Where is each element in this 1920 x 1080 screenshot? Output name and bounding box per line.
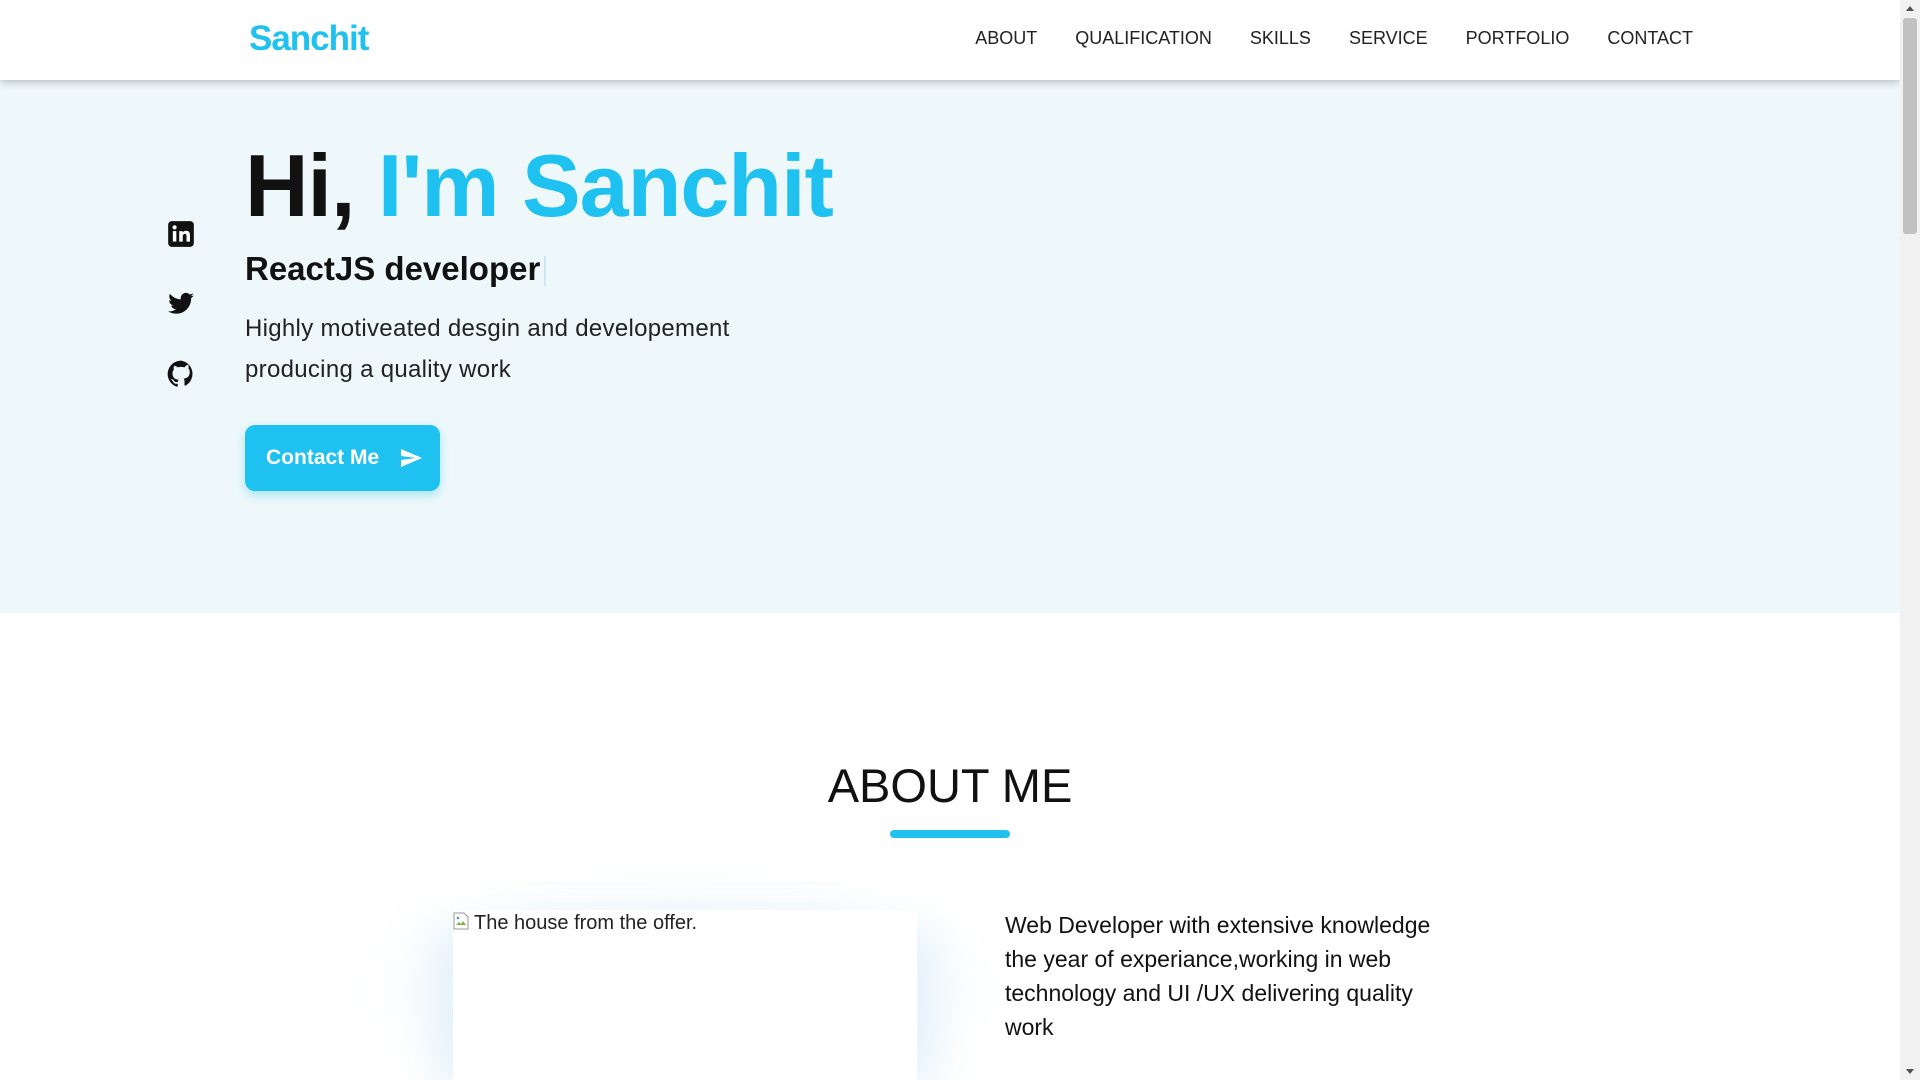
twitter-icon[interactable] (167, 290, 195, 318)
nav-link-about[interactable]: ABOUT (975, 28, 1037, 49)
hero-subtitle: ReactJS developer (245, 250, 547, 288)
logo[interactable]: Sanchit (249, 19, 369, 59)
linkedin-icon[interactable] (167, 220, 195, 248)
hero-greeting: Hi, (245, 136, 355, 235)
hero-description: Highly motiveated desgin and developemen… (245, 315, 730, 383)
heading-underline (890, 830, 1010, 838)
image-alt-text: The house from the offer. (474, 912, 698, 934)
nav-link-skills[interactable]: SKILLS (1250, 28, 1311, 49)
about-heading: ABOUT ME (827, 759, 1073, 812)
send-icon (401, 449, 423, 467)
contact-me-button[interactable]: Contact Me (245, 425, 440, 491)
about-text: Web Developer with extensive knowledge t… (1005, 912, 1431, 1040)
scrollbar-thumb[interactable] (1903, 18, 1917, 234)
contact-me-label: Contact Me (266, 446, 380, 469)
broken-image-icon (453, 912, 469, 930)
hero-subtitle-text: ReactJS developer (245, 250, 541, 287)
scroll-up-arrow-icon[interactable] (1900, 0, 1920, 17)
hero-title: Hi, I'm Sanchit (245, 135, 834, 237)
page: Sanchit ABOUT QUALIFICATION SKILLS SERVI… (0, 0, 1900, 1080)
nav-link-contact[interactable]: CONTACT (1607, 28, 1693, 49)
scrollbar[interactable] (1900, 0, 1920, 1080)
main-nav: ABOUT QUALIFICATION SKILLS SERVICE PORTF… (975, 28, 1693, 49)
github-icon[interactable] (167, 360, 195, 388)
site-header: Sanchit ABOUT QUALIFICATION SKILLS SERVI… (0, 0, 1900, 80)
typing-cursor (544, 256, 547, 287)
nav-link-qualification[interactable]: QUALIFICATION (1075, 28, 1212, 49)
about-image: The house from the offer. (453, 910, 917, 1080)
hero-name: I'm Sanchit (377, 136, 834, 235)
nav-link-service[interactable]: SERVICE (1349, 28, 1428, 49)
hero-section: Hi, I'm Sanchit ReactJS developer Highly… (0, 80, 1900, 613)
scroll-down-arrow-icon[interactable] (1900, 1063, 1920, 1080)
nav-link-portfolio[interactable]: PORTFOLIO (1466, 28, 1570, 49)
social-links (167, 220, 195, 388)
